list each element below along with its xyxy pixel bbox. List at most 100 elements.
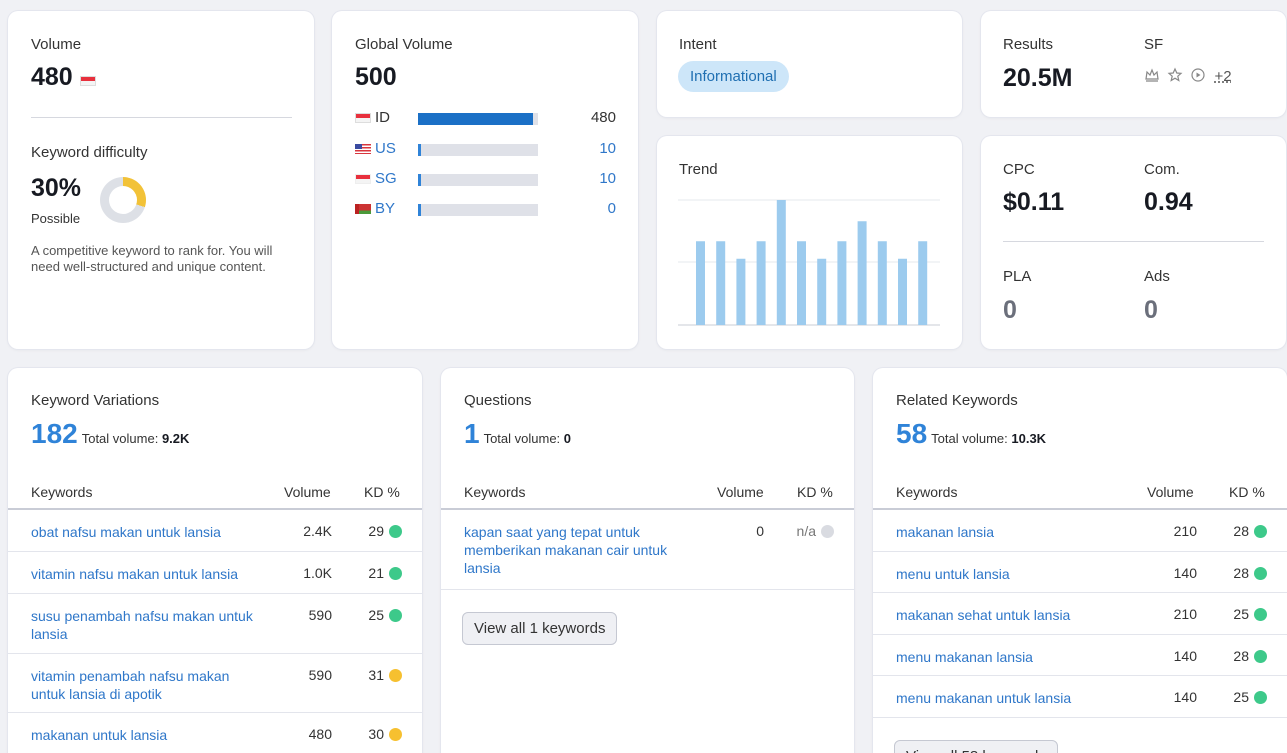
crown-icon (1145, 68, 1159, 82)
trend-bar[interactable] (716, 241, 726, 325)
view-all-related-button[interactable]: View all 58 keywords (894, 740, 1058, 753)
keyword-volume: 590 (308, 607, 332, 623)
col-volume[interactable]: Volume (717, 484, 764, 500)
count-line: 1 Total volume: 0 (464, 418, 571, 450)
variations-count-link[interactable]: 182 (31, 418, 78, 449)
table-header: Keywords Volume KD % (441, 476, 854, 510)
kd-dot-icon (1254, 567, 1267, 580)
kd-dot-icon (389, 669, 402, 682)
trend-bar[interactable] (898, 258, 907, 325)
keyword-link[interactable]: makanan untuk lansia (31, 726, 167, 744)
kd-dot-icon (1254, 650, 1267, 663)
col-volume[interactable]: Volume (1147, 484, 1194, 500)
count-line: 182 Total volume: 9.2K (31, 418, 189, 450)
cpc-label: CPC (1003, 161, 1035, 178)
us-flag-icon (355, 144, 371, 154)
star-icon (1167, 67, 1183, 82)
kd-dot-icon (389, 525, 402, 538)
intent-badge: Informational (678, 61, 789, 92)
country-code: US (375, 140, 396, 157)
results-value: 20.5M (1003, 64, 1073, 92)
singapore-flag-icon (355, 174, 371, 184)
col-volume[interactable]: Volume (284, 484, 331, 500)
trend-chart (678, 199, 940, 326)
divider (1003, 241, 1264, 242)
col-kd[interactable]: KD % (364, 484, 400, 500)
results-card: Results 20.5M SF +2 (981, 11, 1286, 117)
keyword-kd: 28 (1233, 565, 1267, 581)
related-count-link[interactable]: 58 (896, 418, 927, 449)
col-keywords: Keywords (464, 484, 526, 500)
country-row-id[interactable]: ID 480 (355, 109, 616, 129)
table-row: vitamin penambah nafsu makan untuk lansi… (8, 654, 422, 713)
trend-bar[interactable] (756, 241, 766, 325)
com-value: 0.94 (1144, 188, 1193, 216)
trend-bar[interactable] (736, 258, 746, 325)
kd-status: Possible (31, 211, 81, 226)
keyword-link[interactable]: vitamin penambah nafsu makan untuk lansi… (31, 667, 246, 703)
kd-text: n/a (796, 523, 816, 539)
trend-bar[interactable] (918, 241, 928, 325)
total-volume-label: Total volume: 10.3K (931, 431, 1046, 446)
keyword-kd: 25 (1233, 689, 1267, 705)
kd-dot-icon (389, 728, 402, 741)
keyword-link[interactable]: makanan sehat untuk lansia (896, 606, 1070, 624)
section-title: Keyword Variations (31, 392, 160, 409)
global-volume-label: Global Volume (355, 36, 453, 53)
kd-value: 30% (31, 174, 82, 202)
count-line: 58 Total volume: 10.3K (896, 418, 1046, 450)
trend-bar[interactable] (877, 241, 887, 325)
keyword-link[interactable]: menu untuk lansia (896, 565, 1010, 583)
sf-features[interactable]: +2 (1144, 67, 1232, 85)
keyword-link[interactable]: menu makanan untuk lansia (896, 689, 1071, 707)
volume-label: Volume (31, 36, 82, 53)
view-all-questions-button[interactable]: View all 1 keywords (462, 612, 618, 645)
col-kd[interactable]: KD % (797, 484, 833, 500)
country-bar-fill (418, 113, 533, 125)
country-row-us[interactable]: US 10 (355, 140, 616, 160)
keyword-kd: 31 (368, 667, 402, 683)
trend-bar[interactable] (857, 221, 867, 325)
keyword-link[interactable]: makanan lansia (896, 523, 994, 541)
belarus-flag-icon (355, 204, 371, 214)
country-row-by[interactable]: BY 0 (355, 200, 616, 220)
kd-text: 29 (368, 523, 384, 539)
trend-card: Trend (657, 136, 962, 349)
total-volume-value: 0 (563, 431, 572, 446)
table-row: makanan sehat untuk lansia 210 25 (873, 593, 1287, 635)
country-volume: 10 (599, 170, 616, 187)
trend-bar[interactable] (797, 241, 806, 325)
col-kd[interactable]: KD % (1229, 484, 1265, 500)
keyword-kd: 29 (368, 523, 402, 539)
total-volume-label: Total volume: 0 (484, 431, 571, 446)
keyword-link[interactable]: menu makanan lansia (896, 648, 1033, 666)
table-row: susu penambah nafsu makan untuk lansia 5… (8, 594, 422, 654)
trend-bar[interactable] (776, 200, 786, 325)
keyword-link[interactable]: obat nafsu makan untuk lansia (31, 523, 221, 541)
indonesia-flag-icon (80, 75, 97, 86)
related-keywords-card: Related Keywords 58 Total volume: 10.3K K… (873, 368, 1287, 753)
kd-text: 25 (1233, 689, 1249, 705)
kd-text: 28 (1233, 523, 1249, 539)
keyword-volume: 140 (1173, 648, 1197, 664)
trend-bar[interactable] (817, 258, 827, 325)
total-label: Total volume: (483, 431, 561, 446)
questions-count-link[interactable]: 1 (464, 418, 480, 449)
trend-bar[interactable] (696, 241, 705, 325)
global-volume-value: 500 (355, 63, 397, 91)
keyword-link[interactable]: susu penambah nafsu makan untuk lansia (31, 607, 266, 643)
kd-text: 28 (1233, 565, 1249, 581)
keyword-link[interactable]: kapan saat yang tepat untuk memberikan m… (464, 523, 689, 577)
kd-text: 31 (368, 667, 384, 683)
keyword-link[interactable]: vitamin nafsu makan untuk lansia (31, 565, 238, 583)
kd-dot-icon (1254, 691, 1267, 704)
keyword-kd: n/a (797, 523, 834, 539)
kd-label: Keyword difficulty (31, 144, 148, 161)
country-row-sg[interactable]: SG 10 (355, 170, 616, 190)
trend-bar[interactable] (837, 241, 847, 325)
questions-card: Questions 1 Total volume: 0 Keywords Volu… (441, 368, 854, 753)
sf-more-link[interactable]: +2 (1215, 68, 1232, 85)
cpc-value: $0.11 (1003, 188, 1065, 216)
keyword-kd: 21 (368, 565, 402, 581)
total-volume-value: 9.2K (161, 431, 190, 446)
